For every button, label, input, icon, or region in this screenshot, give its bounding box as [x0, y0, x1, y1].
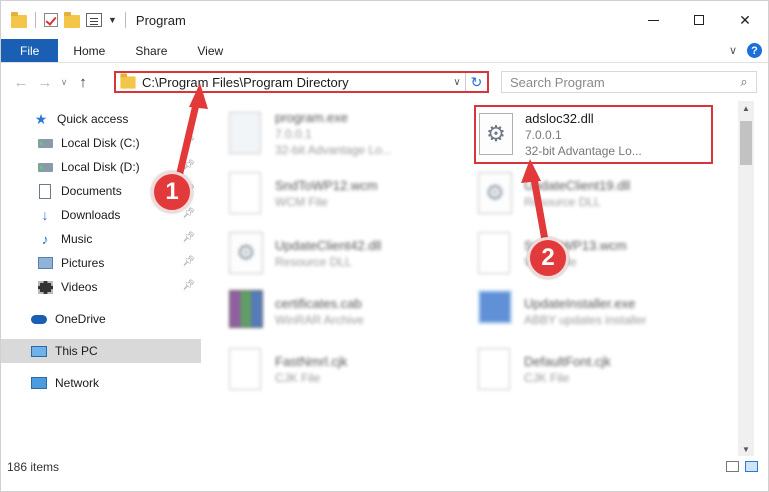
- callout-arrows: [174, 83, 550, 250]
- arrow-1: [174, 83, 208, 185]
- file-explorer-window: ▼ Program ✕ File Home Share View ∨ ? ← →…: [0, 0, 769, 492]
- arrow-2: [521, 159, 550, 250]
- callout-badge-1: 1: [151, 171, 193, 213]
- callout-badge-2: 2: [527, 237, 569, 279]
